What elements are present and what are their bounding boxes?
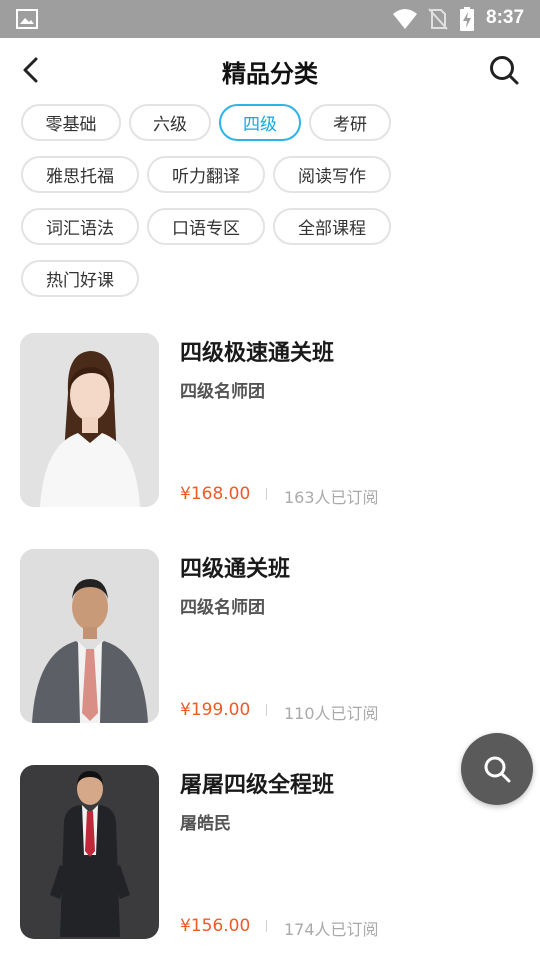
header: 精品分类 (0, 38, 540, 102)
teacher-photo (20, 765, 159, 939)
category-chip[interactable]: 阅读写作 (273, 156, 391, 193)
search-icon[interactable] (488, 54, 520, 86)
course-price: ¥156.00 (180, 916, 251, 936)
clock: 8:37 (486, 7, 525, 28)
course-subscribers: 110人已订阅 (284, 704, 379, 723)
category-chip[interactable]: 考研 (309, 104, 391, 141)
divider (266, 920, 267, 932)
divider (266, 488, 267, 500)
course-price: ¥199.00 (180, 700, 251, 720)
course-item[interactable]: 屠屠四级全程班 屠皓民 ¥156.00 174人已订阅 (20, 765, 520, 941)
search-icon (484, 756, 511, 783)
category-chip[interactable]: 词汇语法 (21, 208, 139, 245)
category-chip[interactable]: 热门好课 (21, 260, 139, 297)
floating-search-button[interactable] (461, 733, 533, 805)
divider (266, 704, 267, 716)
course-thumbnail[interactable] (20, 765, 159, 939)
course-subscribers: 174人已订阅 (284, 920, 379, 939)
course-item[interactable]: 四级极速通关班 四级名师团 ¥168.00 163人已订阅 (20, 333, 520, 509)
course-thumbnail[interactable] (20, 549, 159, 723)
course-price: ¥168.00 (180, 484, 251, 504)
no-sim-icon (428, 8, 448, 30)
category-chip[interactable]: 雅思托福 (21, 156, 139, 193)
teacher-photo (20, 333, 159, 507)
category-chip[interactable]: 零基础 (21, 104, 121, 141)
category-chip[interactable]: 口语专区 (147, 208, 265, 245)
category-chip[interactable]: 全部课程 (273, 208, 391, 245)
course-teacher: 屠皓民 (180, 814, 231, 834)
category-chip-active[interactable]: 四级 (219, 104, 301, 141)
course-title: 屠屠四级全程班 (180, 773, 335, 798)
course-thumbnail[interactable] (20, 333, 159, 507)
course-teacher: 四级名师团 (180, 382, 265, 402)
teacher-photo (20, 549, 159, 723)
course-title: 四级极速通关班 (180, 341, 335, 366)
image-icon (16, 9, 38, 29)
course-item[interactable]: 四级通关班 四级名师团 ¥199.00 110人已订阅 (20, 549, 520, 725)
course-subscribers: 163人已订阅 (284, 488, 379, 507)
course-title: 四级通关班 (180, 557, 291, 582)
course-teacher: 四级名师团 (180, 598, 265, 618)
wifi-icon (393, 9, 417, 29)
category-chip[interactable]: 听力翻译 (147, 156, 265, 193)
page-title: 精品分类 (222, 60, 318, 88)
battery-charging-icon (460, 7, 474, 31)
category-chip[interactable]: 六级 (129, 104, 211, 141)
status-bar: 8:37 (0, 0, 540, 38)
